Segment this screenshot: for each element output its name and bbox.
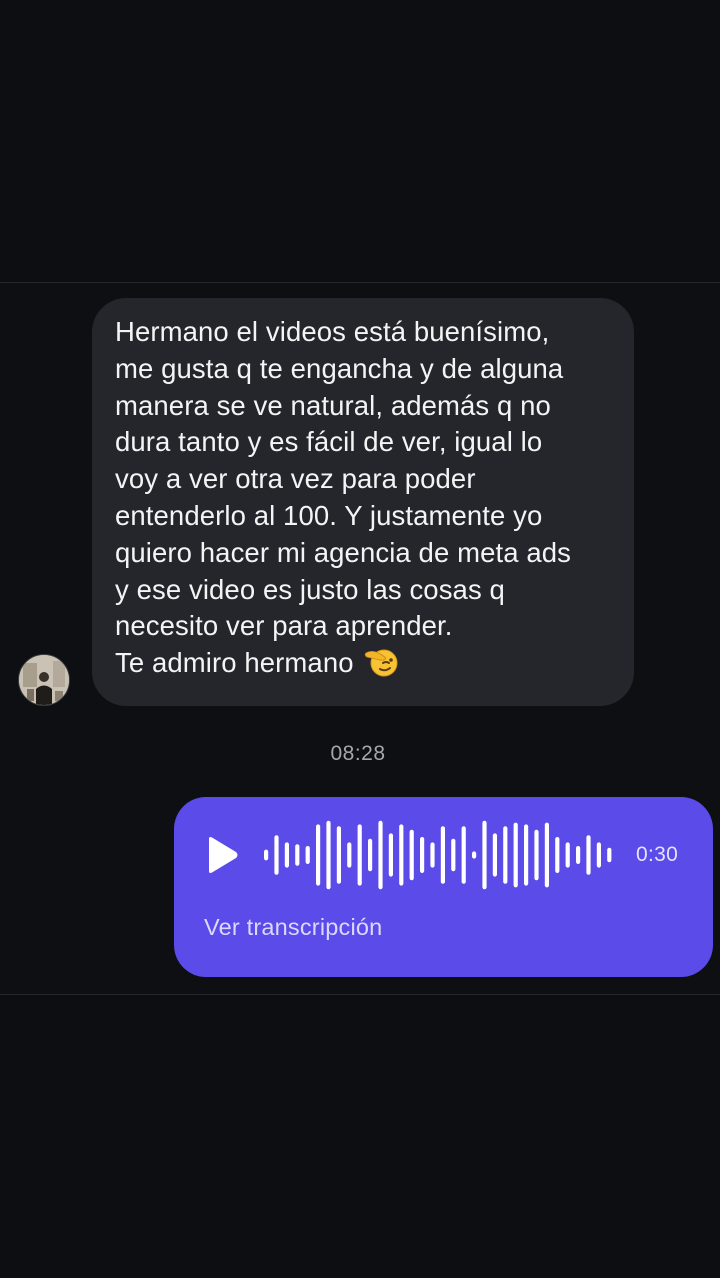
voice-duration: 0:30 bbox=[636, 843, 679, 866]
waveform-bar bbox=[347, 842, 352, 868]
play-icon bbox=[209, 837, 238, 873]
incoming-message-bubble[interactable]: Hermano el videos está buenísimo, me gus… bbox=[92, 298, 634, 706]
waveform-bar bbox=[316, 824, 321, 886]
voice-message-bubble[interactable]: 0:30 Ver transcripción bbox=[174, 797, 713, 977]
waveform-bar bbox=[357, 824, 362, 886]
play-button[interactable] bbox=[202, 835, 242, 875]
message-line: y ese video es justo las cosas q bbox=[115, 573, 505, 605]
waveform-bar bbox=[284, 842, 289, 868]
waveform-bar bbox=[420, 837, 425, 873]
message-timestamp: 08:28 bbox=[330, 742, 386, 765]
message-line: manera se ve natural, además q no bbox=[115, 389, 551, 421]
waveform-bar bbox=[492, 833, 497, 877]
waveform-bar bbox=[388, 833, 393, 877]
waveform-bar bbox=[586, 835, 591, 875]
waveform-bar bbox=[305, 846, 310, 864]
waveform-bar bbox=[264, 849, 269, 861]
top-dark-area bbox=[0, 0, 720, 282]
contact-avatar[interactable] bbox=[18, 654, 70, 706]
waveform-bar bbox=[472, 851, 477, 859]
waveform-bar bbox=[534, 829, 539, 881]
message-line: Hermano el videos está buenísimo, bbox=[115, 316, 550, 347]
message-line: quiero hacer mi agencia de meta ads bbox=[115, 536, 571, 568]
waveform-bar bbox=[274, 835, 279, 875]
waveform-bar bbox=[555, 837, 560, 873]
message-line: voy a ver otra vez para poder bbox=[115, 463, 476, 495]
waveform-bar bbox=[544, 822, 549, 888]
waveform-bar bbox=[513, 822, 518, 888]
message-line: necesito ver para aprender. bbox=[115, 610, 453, 642]
waveform-bar bbox=[326, 820, 331, 890]
waveform-bar bbox=[596, 842, 601, 868]
message-line: me gusta q te engancha y de alguna bbox=[115, 352, 564, 384]
waveform-bar bbox=[399, 824, 404, 886]
waveform-bar bbox=[440, 826, 445, 884]
waveform-bar bbox=[295, 844, 300, 866]
waveform-bar bbox=[451, 838, 456, 872]
bottom-dark-area bbox=[0, 995, 720, 1278]
waveform-bar bbox=[524, 824, 529, 886]
waveform-bar bbox=[336, 826, 341, 884]
waveform-bar bbox=[565, 842, 570, 868]
waveform-bar bbox=[378, 820, 383, 890]
view-transcription-link[interactable]: Ver transcripción bbox=[204, 914, 382, 941]
message-line: entenderlo al 100. Y justamente yo bbox=[115, 499, 543, 531]
waveform-bar bbox=[607, 847, 612, 863]
waveform-bar bbox=[430, 842, 435, 868]
incoming-message-text: Hermano el videos está buenísimo, me gus… bbox=[115, 314, 614, 687]
waveform-bar bbox=[503, 826, 508, 884]
avatar-photo-icon bbox=[19, 655, 69, 705]
message-line-last: Te admiro hermano bbox=[115, 645, 614, 687]
message-line: dura tanto y es fácil de ver, igual lo bbox=[115, 426, 543, 458]
waveform-bar bbox=[576, 846, 581, 864]
waveform-bar bbox=[368, 838, 373, 872]
waveform-bar bbox=[482, 820, 487, 890]
message-line-text: Te admiro hermano bbox=[115, 647, 354, 679]
waveform-bar bbox=[409, 829, 414, 881]
saluting-face-icon bbox=[364, 647, 400, 687]
audio-waveform[interactable] bbox=[262, 818, 614, 892]
waveform-bar bbox=[461, 826, 466, 884]
